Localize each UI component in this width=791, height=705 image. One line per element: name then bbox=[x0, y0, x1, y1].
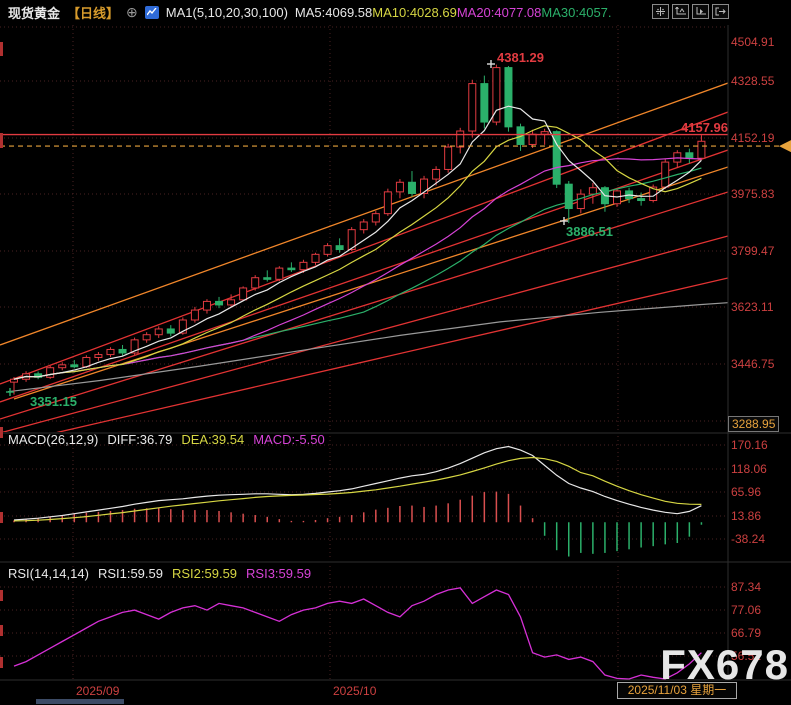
latest-price-arrow[interactable] bbox=[779, 140, 791, 152]
rsi-label: RSI(14,14,14) bbox=[8, 566, 89, 581]
indicator-value: RSI1:59.59 bbox=[98, 566, 163, 581]
indicator-value: MACD:-5.50 bbox=[253, 432, 325, 447]
rsi-panel-header: RSI(14,14,14) RSI1:59.59 RSI2:59.59 RSI3:59… bbox=[8, 566, 329, 581]
candle-up bbox=[541, 132, 548, 135]
candle-down bbox=[505, 68, 512, 127]
candle-up bbox=[662, 162, 669, 187]
instrument-title: 现货黄金 bbox=[8, 3, 60, 22]
candle-down bbox=[167, 329, 174, 333]
candle-up bbox=[421, 179, 428, 193]
candle-down bbox=[264, 278, 271, 280]
time-axis-label: 2025/10 bbox=[333, 684, 376, 698]
candle-up bbox=[228, 300, 235, 305]
axis-play-icon[interactable] bbox=[692, 4, 709, 19]
clipped-axis-label bbox=[0, 625, 3, 636]
candle-down bbox=[638, 199, 645, 201]
indicator-value: DIFF:36.79 bbox=[107, 432, 172, 447]
chart-type-icon[interactable] bbox=[145, 6, 159, 19]
candle-up bbox=[59, 365, 66, 368]
macd-panel-header: MACD(26,12,9) DIFF:36.79 DEA:39.54 MACD:-5.… bbox=[8, 432, 343, 447]
chart-toolbar bbox=[652, 4, 729, 19]
chart-app: 现货黄金 【日线】 ⊕ MA1(5,10,20,30,100) MA5:4069… bbox=[0, 0, 791, 705]
candle-up bbox=[155, 329, 162, 335]
scrollbar-thumb[interactable] bbox=[36, 699, 124, 704]
clipped-axis-label bbox=[0, 133, 3, 148]
candle-up bbox=[47, 368, 54, 378]
candle-down bbox=[288, 268, 295, 270]
indicator-value: MA30:4057. bbox=[541, 5, 611, 20]
clipped-axis-label bbox=[0, 657, 3, 668]
candle-up bbox=[143, 335, 150, 340]
clipped-axis-label bbox=[0, 42, 3, 56]
candle-down bbox=[481, 84, 488, 122]
candle-up bbox=[529, 134, 536, 144]
candle-up bbox=[312, 254, 319, 262]
candle-up bbox=[589, 188, 596, 194]
candle-down bbox=[336, 246, 343, 250]
candle-up bbox=[203, 301, 210, 310]
indicator-value: MA5:4069.58 bbox=[295, 5, 372, 20]
indicator-value: DEA:39.54 bbox=[181, 432, 244, 447]
indicator-value: RSI2:59.59 bbox=[172, 566, 237, 581]
clipped-axis-label bbox=[0, 512, 3, 523]
candle-up bbox=[372, 214, 379, 222]
ma10-line bbox=[14, 126, 701, 379]
macd-panel bbox=[14, 447, 701, 557]
ma30-line bbox=[14, 168, 701, 379]
macd-values: DIFF:36.79 DEA:39.54 MACD:-5.50 bbox=[107, 432, 333, 447]
candle-up bbox=[577, 194, 584, 208]
watermark: FX678 bbox=[660, 644, 789, 686]
candle-down bbox=[686, 153, 693, 158]
candle-down bbox=[408, 182, 415, 193]
ma20-line bbox=[14, 158, 701, 379]
ma-values: MA5:4069.58MA10:4028.69MA20:4077.08MA30:… bbox=[295, 5, 612, 20]
candle-up bbox=[11, 379, 18, 382]
candle-down bbox=[216, 301, 223, 305]
chart-canvas[interactable] bbox=[0, 0, 791, 705]
candle-up bbox=[95, 355, 102, 358]
candlesticks[interactable] bbox=[11, 65, 705, 395]
clipped-axis-label bbox=[0, 590, 3, 601]
candle-up bbox=[469, 84, 476, 131]
candle-up bbox=[457, 131, 464, 147]
candle-up bbox=[240, 288, 247, 300]
trend-line[interactable] bbox=[0, 236, 728, 433]
candle-up bbox=[107, 349, 114, 354]
candle-up bbox=[698, 141, 705, 158]
ma5-line bbox=[14, 106, 701, 379]
main-chart bbox=[0, 65, 728, 441]
candle-up bbox=[191, 310, 198, 320]
candle-up bbox=[300, 262, 307, 269]
candle-up bbox=[445, 147, 452, 169]
indicator-value: RSI3:59.59 bbox=[246, 566, 311, 581]
timeframe-label[interactable]: 【日线】 bbox=[67, 3, 119, 22]
exit-fullscreen-icon[interactable] bbox=[712, 4, 729, 19]
macd-label: MACD(26,12,9) bbox=[8, 432, 98, 447]
candle-down bbox=[71, 365, 78, 367]
rsi-values: RSI1:59.59 RSI2:59.59 RSI3:59.59 bbox=[98, 566, 320, 581]
diff-line bbox=[14, 447, 701, 521]
candle-down bbox=[119, 349, 126, 353]
clipped-axis-label bbox=[0, 427, 3, 438]
candle-up bbox=[396, 182, 403, 192]
ma-settings-label: MA1(5,10,20,30,100) bbox=[166, 5, 288, 20]
move-icon[interactable] bbox=[652, 4, 669, 19]
indicator-value: MA20:4077.08 bbox=[457, 5, 542, 20]
axis-scale-icon[interactable] bbox=[672, 4, 689, 19]
indicator-value: MA10:4028.69 bbox=[372, 5, 457, 20]
time-axis-label: 2025/09 bbox=[76, 684, 119, 698]
candle-up bbox=[324, 246, 331, 255]
add-indicator-icon[interactable]: ⊕ bbox=[126, 5, 138, 19]
candle-up bbox=[276, 268, 283, 279]
candle-up bbox=[252, 278, 259, 288]
trend-line[interactable] bbox=[0, 112, 728, 384]
dea-line bbox=[14, 458, 701, 521]
candle-down bbox=[565, 184, 572, 208]
ma100-line bbox=[8, 303, 728, 392]
rsi-line bbox=[14, 588, 701, 679]
candle-up bbox=[384, 192, 391, 214]
candle-up bbox=[433, 169, 440, 179]
candle-up bbox=[360, 222, 367, 230]
